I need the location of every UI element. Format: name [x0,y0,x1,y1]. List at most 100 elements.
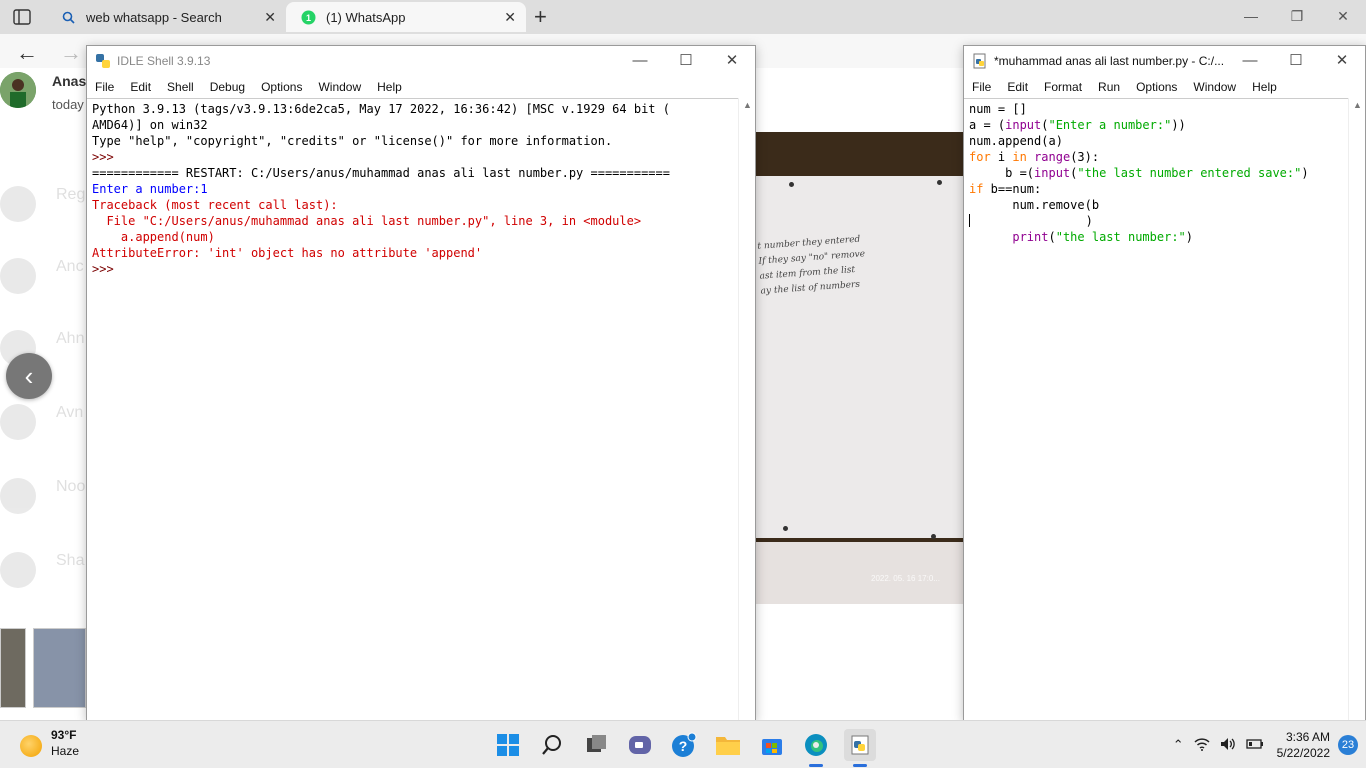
close-tab-icon[interactable]: ✕ [264,9,276,26]
scrollbar[interactable]: ▲ [1348,98,1365,720]
menu-options[interactable]: Options [1128,80,1185,94]
menu-edit[interactable]: Edit [122,80,159,94]
new-tab-button[interactable]: + [534,4,547,30]
edge-browser-icon[interactable] [800,729,832,767]
menu-bar: File Edit Format Run Options Window Help [964,76,1365,98]
whatsapp-icon: 1 [300,9,316,25]
shell-line: AMD64)] on win32 [92,118,208,132]
close-tab-icon[interactable]: ✕ [504,9,516,26]
menu-shell[interactable]: Shell [159,80,202,94]
menu-options[interactable]: Options [253,80,310,94]
tab-actions-icon[interactable] [12,7,32,27]
notification-badge[interactable]: 23 [1338,735,1358,755]
code-line: for i in range(3): [969,149,1343,165]
volume-icon[interactable] [1220,737,1236,754]
media-thumbnail[interactable] [33,628,86,708]
python-idle-icon[interactable] [844,729,876,767]
code-line: print("the last number:") [969,229,1343,245]
code-token: in [1012,150,1027,164]
code-token: )) [1171,118,1186,132]
minimize-icon[interactable]: — [1227,46,1273,76]
code-editor[interactable]: num = [] a = (input("Enter a number:")) nu… [964,98,1348,720]
code-token: a = ( [969,118,1006,132]
teams-chat-icon[interactable] [624,729,656,761]
weather-temp: 93°F [51,728,77,742]
minimize-icon[interactable]: — [617,46,663,76]
chat-list-item[interactable]: Avn [0,404,86,444]
media-thumbnail[interactable] [0,628,26,708]
shell-line: Enter a number:1 [92,182,208,196]
minimize-icon[interactable]: — [1228,0,1274,34]
start-icon[interactable] [492,729,524,761]
chat-list-item[interactable]: Sha [0,552,86,592]
clock[interactable]: 3:36 AM 5/22/2022 [1277,729,1330,761]
scrollbar[interactable]: ▲ [738,98,755,720]
code-token: ( [1048,230,1056,244]
tab-label: web whatsapp - Search [86,9,222,25]
close-icon[interactable]: ✕ [1319,46,1365,76]
python-icon [96,54,110,68]
tab-search[interactable]: web whatsapp - Search ✕ [46,2,286,32]
shell-line: File "C:/Users/anus/muhammad anas ali la… [92,214,642,228]
menu-edit[interactable]: Edit [999,80,1036,94]
code-line: num.append(a) [969,133,1343,149]
menu-window[interactable]: Window [310,80,369,94]
chat-list-item[interactable]: Noo [0,478,86,518]
chat-list-item[interactable]: Anc [0,258,86,298]
code-token: i [990,150,1013,164]
menu-help[interactable]: Help [369,80,410,94]
maximize-icon[interactable]: ☐ [663,46,709,76]
restore-icon[interactable]: ❐ [1274,0,1320,34]
code-token: range [1034,150,1071,164]
code-line: if b==num: [969,181,1343,197]
wifi-icon[interactable] [1194,737,1210,754]
sun-icon [20,735,42,757]
avatar[interactable] [0,72,36,108]
close-icon[interactable]: ✕ [709,46,755,76]
battery-icon[interactable] [1245,738,1264,753]
chevron-up-icon[interactable]: ⌃ [1173,737,1184,753]
task-view-icon[interactable] [580,729,612,761]
get-help-icon[interactable]: ? [668,729,700,761]
menu-window[interactable]: Window [1185,80,1244,94]
shell-output[interactable]: Python 3.9.13 (tags/v3.9.13:6de2ca5, May… [87,98,738,720]
scroll-up-icon[interactable]: ▲ [1353,100,1362,110]
code-line: a = (input("Enter a number:")) [969,117,1343,133]
chat-list-item[interactable]: Reg [0,186,86,226]
code-token: "the last number:" [1055,230,1186,244]
clock-time: 3:36 AM [1285,730,1330,744]
system-tray: ⌃ 3:36 AM 5/22/2022 23 [1168,721,1366,768]
menu-run[interactable]: Run [1090,80,1128,94]
search-icon [60,9,76,25]
back-arrow-icon[interactable]: ← [16,40,38,66]
scroll-up-icon[interactable]: ▲ [743,100,752,110]
search-icon[interactable] [536,729,568,761]
menu-file[interactable]: File [87,80,122,94]
code-token: if [969,182,984,196]
board-frame [755,542,963,604]
maximize-icon[interactable]: ☐ [1273,46,1319,76]
close-icon[interactable]: ✕ [1320,0,1366,34]
forward-arrow-icon[interactable]: → [60,40,82,66]
weather-widget[interactable]: 93°F Haze [20,727,79,759]
contact-name: Anas [52,73,87,89]
menu-file[interactable]: File [964,80,999,94]
weather-desc: Haze [51,744,80,758]
file-explorer-icon[interactable] [712,729,744,761]
clock-date: 5/22/2022 [1276,746,1330,760]
code-token: (3): [1070,150,1100,164]
menu-help[interactable]: Help [1244,80,1285,94]
media-previous-button[interactable]: ‹ [6,353,52,399]
code-token: print [1012,230,1049,244]
code-token: "the last number entered save:" [1077,166,1302,180]
microsoft-store-icon[interactable] [756,729,788,761]
menu-debug[interactable]: Debug [202,80,253,94]
code-line: ) [969,213,1343,229]
svg-text:?: ? [679,738,688,754]
menu-format[interactable]: Format [1036,80,1090,94]
shell-line: Type "help", "copyright", "credits" or "… [92,134,613,148]
code-token: for [969,150,991,164]
tab-whatsapp[interactable]: 1 (1) WhatsApp ✕ [286,2,526,32]
